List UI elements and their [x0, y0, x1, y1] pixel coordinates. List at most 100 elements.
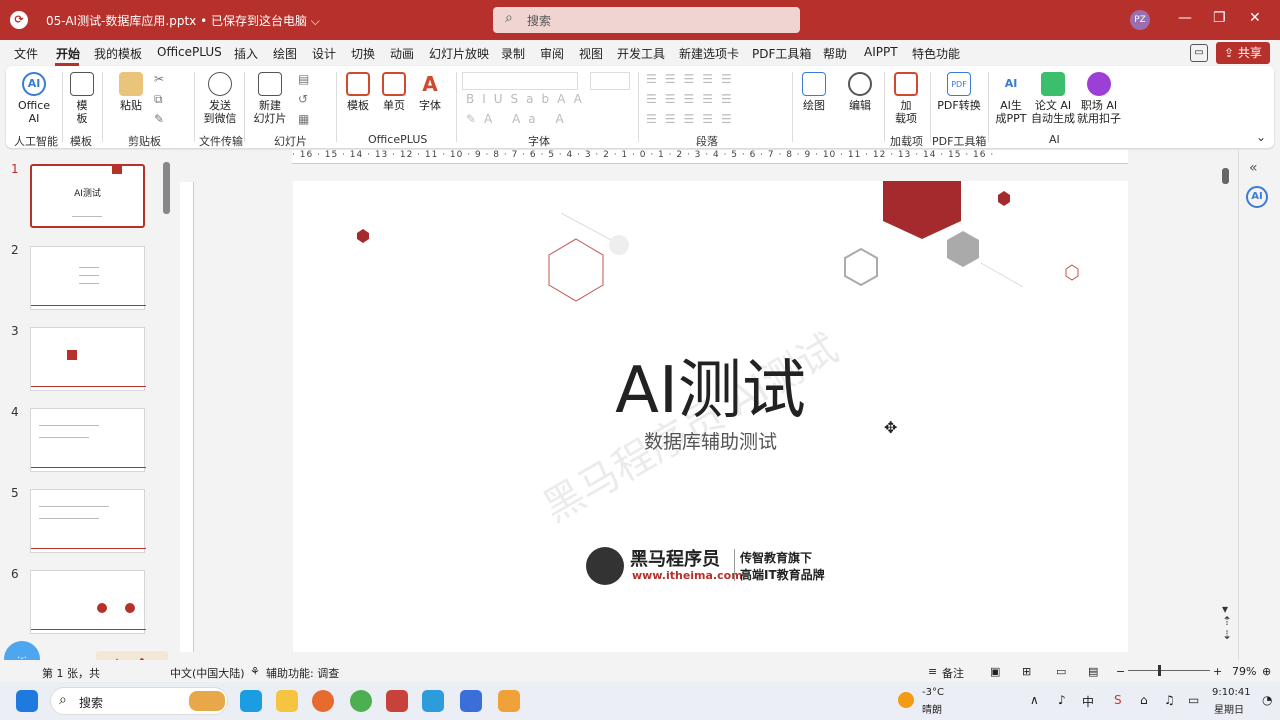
- slide-thumbnail-3[interactable]: [30, 327, 146, 391]
- avatar[interactable]: PZ: [1130, 10, 1150, 30]
- share-button[interactable]: ⇪ 共享: [1216, 42, 1270, 64]
- tab-officeplus[interactable]: OfficePLUS: [157, 45, 222, 59]
- next-slide-icon[interactable]: ⇣: [1222, 628, 1232, 642]
- app-icon[interactable]: [422, 690, 444, 712]
- tab-record[interactable]: 录制: [501, 45, 525, 62]
- slide-thumbnail-6[interactable]: [30, 570, 146, 634]
- slide-sorter-icon[interactable]: ⊞: [1022, 665, 1031, 678]
- template-button[interactable]: 模 板: [70, 72, 94, 125]
- slide-thumbnail-1[interactable]: AI测试: [30, 164, 145, 228]
- tab-file[interactable]: 文件: [14, 45, 38, 62]
- workplace-ai-button[interactable]: 职场 AI 就用扣子: [1076, 72, 1122, 125]
- tab-my-templates[interactable]: 我的模板: [94, 45, 142, 62]
- zoom-slider[interactable]: [1128, 670, 1210, 671]
- tab-insert[interactable]: 插入: [234, 45, 258, 62]
- tab-special[interactable]: 特色功能: [912, 45, 960, 62]
- pdf-convert-button[interactable]: PDF PDF转换: [936, 72, 982, 112]
- layout-icon[interactable]: ▤: [298, 72, 309, 86]
- windows-start-icon[interactable]: [16, 690, 38, 712]
- app-icon[interactable]: [498, 690, 520, 712]
- slide-scrollbar[interactable]: [1222, 168, 1229, 184]
- chrome-icon[interactable]: [350, 690, 372, 712]
- draw-button[interactable]: 绘图: [800, 72, 828, 112]
- app-logo-icon[interactable]: ⟳: [10, 11, 28, 29]
- zoom-level[interactable]: 79%: [1232, 665, 1256, 678]
- battery-icon[interactable]: ▭: [1188, 693, 1199, 707]
- prev-slide-icon[interactable]: ⇡: [1222, 614, 1232, 628]
- font-name-dropdown[interactable]: [462, 72, 578, 90]
- document-title[interactable]: 05-AI测试-数据库应用.pptx • 已保存到这台电脑 ⌵: [46, 12, 320, 29]
- tab-help[interactable]: 帮助: [823, 45, 847, 62]
- office-ai-button[interactable]: AI Office AI: [16, 72, 52, 125]
- volume-icon[interactable]: ♫: [1164, 693, 1175, 707]
- edge-browser-icon[interactable]: [240, 690, 262, 712]
- comment-icon[interactable]: ▭: [1190, 44, 1208, 62]
- zoom-out-icon[interactable]: −: [1116, 665, 1125, 678]
- addin-button[interactable]: 加 载项: [892, 72, 920, 125]
- font-color-icons[interactable]: ✎A Aa A: [466, 112, 572, 126]
- normal-view-icon[interactable]: ▣: [990, 665, 1000, 678]
- tab-design[interactable]: 设计: [312, 45, 336, 62]
- tab-draw[interactable]: 绘图: [273, 45, 297, 62]
- font-size-dropdown[interactable]: [590, 72, 630, 90]
- language-indicator[interactable]: 中文(中国大陆): [170, 665, 245, 681]
- accessibility-status[interactable]: 辅助功能: 调查: [266, 665, 339, 681]
- app-tray-icon[interactable]: S: [1114, 693, 1122, 707]
- cut-icon[interactable]: ✂: [154, 72, 164, 86]
- notification-icon[interactable]: ◔: [1262, 693, 1272, 707]
- align-icons[interactable]: ☰☰☰☰☰: [646, 112, 740, 126]
- tab-transitions[interactable]: 切换: [351, 45, 375, 62]
- tab-developer[interactable]: 开发工具: [617, 45, 665, 62]
- expand-pane-icon[interactable]: «: [1249, 160, 1258, 176]
- thumbnail-scrollbar[interactable]: [163, 162, 170, 214]
- font-button[interactable]: A 字体: [416, 72, 444, 112]
- copy-icon[interactable]: ⧉: [154, 92, 163, 107]
- list-icons[interactable]: ☰☰☰☰☰: [646, 72, 740, 86]
- indent-icons[interactable]: ☰☰☰☰☰: [646, 92, 740, 106]
- slide-canvas[interactable]: 黑马程序员 AI测试 AI测试 数据库辅助测试 黑马程序员 www.itheim…: [293, 181, 1128, 652]
- tab-animations[interactable]: 动画: [390, 45, 414, 62]
- restore-button[interactable]: ❐: [1213, 10, 1226, 26]
- reset-icon[interactable]: ↺: [298, 92, 308, 106]
- app-icon[interactable]: [460, 690, 482, 712]
- ai-assistant-icon[interactable]: AI: [1246, 186, 1268, 208]
- slide-thumbnail-4[interactable]: [30, 408, 146, 472]
- tab-pdf-toolbox[interactable]: PDF工具箱: [752, 45, 811, 62]
- tray-chevron-icon[interactable]: ∧: [1030, 693, 1039, 707]
- tab-review[interactable]: 审阅: [540, 45, 564, 62]
- notes-button[interactable]: 备注: [942, 665, 964, 681]
- close-button[interactable]: ✕: [1249, 10, 1261, 26]
- tab-aippt[interactable]: AIPPT: [864, 45, 898, 59]
- ime-tray-icon[interactable]: 中: [1082, 693, 1094, 710]
- search-box[interactable]: ⌕ 搜索: [493, 7, 800, 33]
- taskbar-search[interactable]: ⌕ 搜索: [50, 687, 228, 715]
- send-wechat-button[interactable]: 发送 到微信: [202, 72, 238, 125]
- new-slide-button[interactable]: 新建 幻灯片: [250, 72, 290, 125]
- clock-time[interactable]: 9:10:41: [1212, 687, 1251, 698]
- format-painter-icon[interactable]: ✎: [154, 112, 164, 126]
- collapse-ribbon-icon[interactable]: ⌄: [1256, 130, 1266, 144]
- single-page-button[interactable]: 单页: [380, 72, 408, 112]
- paste-button[interactable]: 粘贴: [116, 72, 146, 112]
- template2-button[interactable]: 模板: [344, 72, 372, 112]
- tab-new-tab[interactable]: 新建选项卡: [679, 45, 739, 62]
- slide-title[interactable]: AI测试: [293, 339, 1128, 431]
- weather-icon[interactable]: [898, 692, 914, 708]
- ai-ppt-button[interactable]: AI AI生 成PPT: [994, 72, 1028, 125]
- reading-view-icon[interactable]: ▭: [1056, 665, 1066, 678]
- section-icon[interactable]: ▦: [298, 112, 309, 126]
- zoom-slider-handle[interactable]: [1158, 665, 1161, 676]
- tab-slideshow[interactable]: 幻灯片放映: [429, 45, 489, 62]
- microphone-icon[interactable]: ♪: [1058, 693, 1066, 707]
- essay-ai-button[interactable]: 论文 AI 自动生成: [1030, 72, 1076, 125]
- slideshow-view-icon[interactable]: ▤: [1088, 665, 1098, 678]
- slide-thumbnail-2[interactable]: [30, 246, 146, 310]
- powerpoint-taskbar-icon[interactable]: [386, 690, 408, 712]
- zoom-in-icon[interactable]: +: [1213, 665, 1222, 678]
- firefox-icon[interactable]: [312, 690, 334, 712]
- slide-thumbnail-5[interactable]: [30, 489, 146, 553]
- font-format-icons[interactable]: BIUSabAA: [466, 92, 590, 106]
- file-explorer-icon[interactable]: [276, 690, 298, 712]
- edit-button[interactable]: 编辑: [846, 72, 874, 112]
- tab-view[interactable]: 视图: [579, 45, 603, 62]
